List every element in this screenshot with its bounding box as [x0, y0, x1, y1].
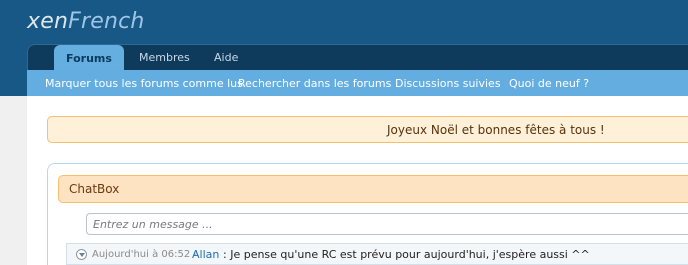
site-logo[interactable]: xenFrench [27, 9, 145, 34]
sub-nav: Marquer tous les forums comme lus Recher… [27, 70, 688, 96]
chatbox-header: ChatBox [58, 175, 688, 203]
message-time: Aujourd'hui à 06:52 - [92, 249, 197, 260]
logo-part-2: French [68, 9, 145, 34]
watched-threads-link[interactable]: Discussions suivies [395, 77, 501, 90]
notice-banner: Joyeux Noël et bonnes fêtes à tous ! [47, 116, 688, 143]
message-author-link[interactable]: Allan [192, 248, 219, 261]
message-text: : Je pense qu'une RC est prévu pour aujo… [223, 248, 590, 261]
tab-membres[interactable]: Membres [139, 51, 190, 64]
logo-part-1: xen [27, 9, 69, 34]
chat-message-input[interactable] [86, 213, 688, 235]
collapse-icon[interactable] [76, 249, 87, 260]
whats-new-link[interactable]: Quoi de neuf ? [509, 77, 589, 90]
tab-aide[interactable]: Aide [214, 51, 238, 64]
main-nav: Forums Membres Aide [27, 44, 688, 71]
mark-all-read-link[interactable]: Marquer tous les forums comme lus [45, 77, 243, 90]
tab-forums[interactable]: Forums [54, 45, 124, 71]
chat-message: Aujourd'hui à 06:52 - Allan : Je pense q… [66, 243, 688, 265]
chatbox-title: ChatBox [69, 182, 120, 196]
notice-text: Joyeux Noël et bonnes fêtes à tous ! [387, 123, 605, 137]
search-forums-link[interactable]: Rechercher dans les forums [238, 77, 391, 90]
